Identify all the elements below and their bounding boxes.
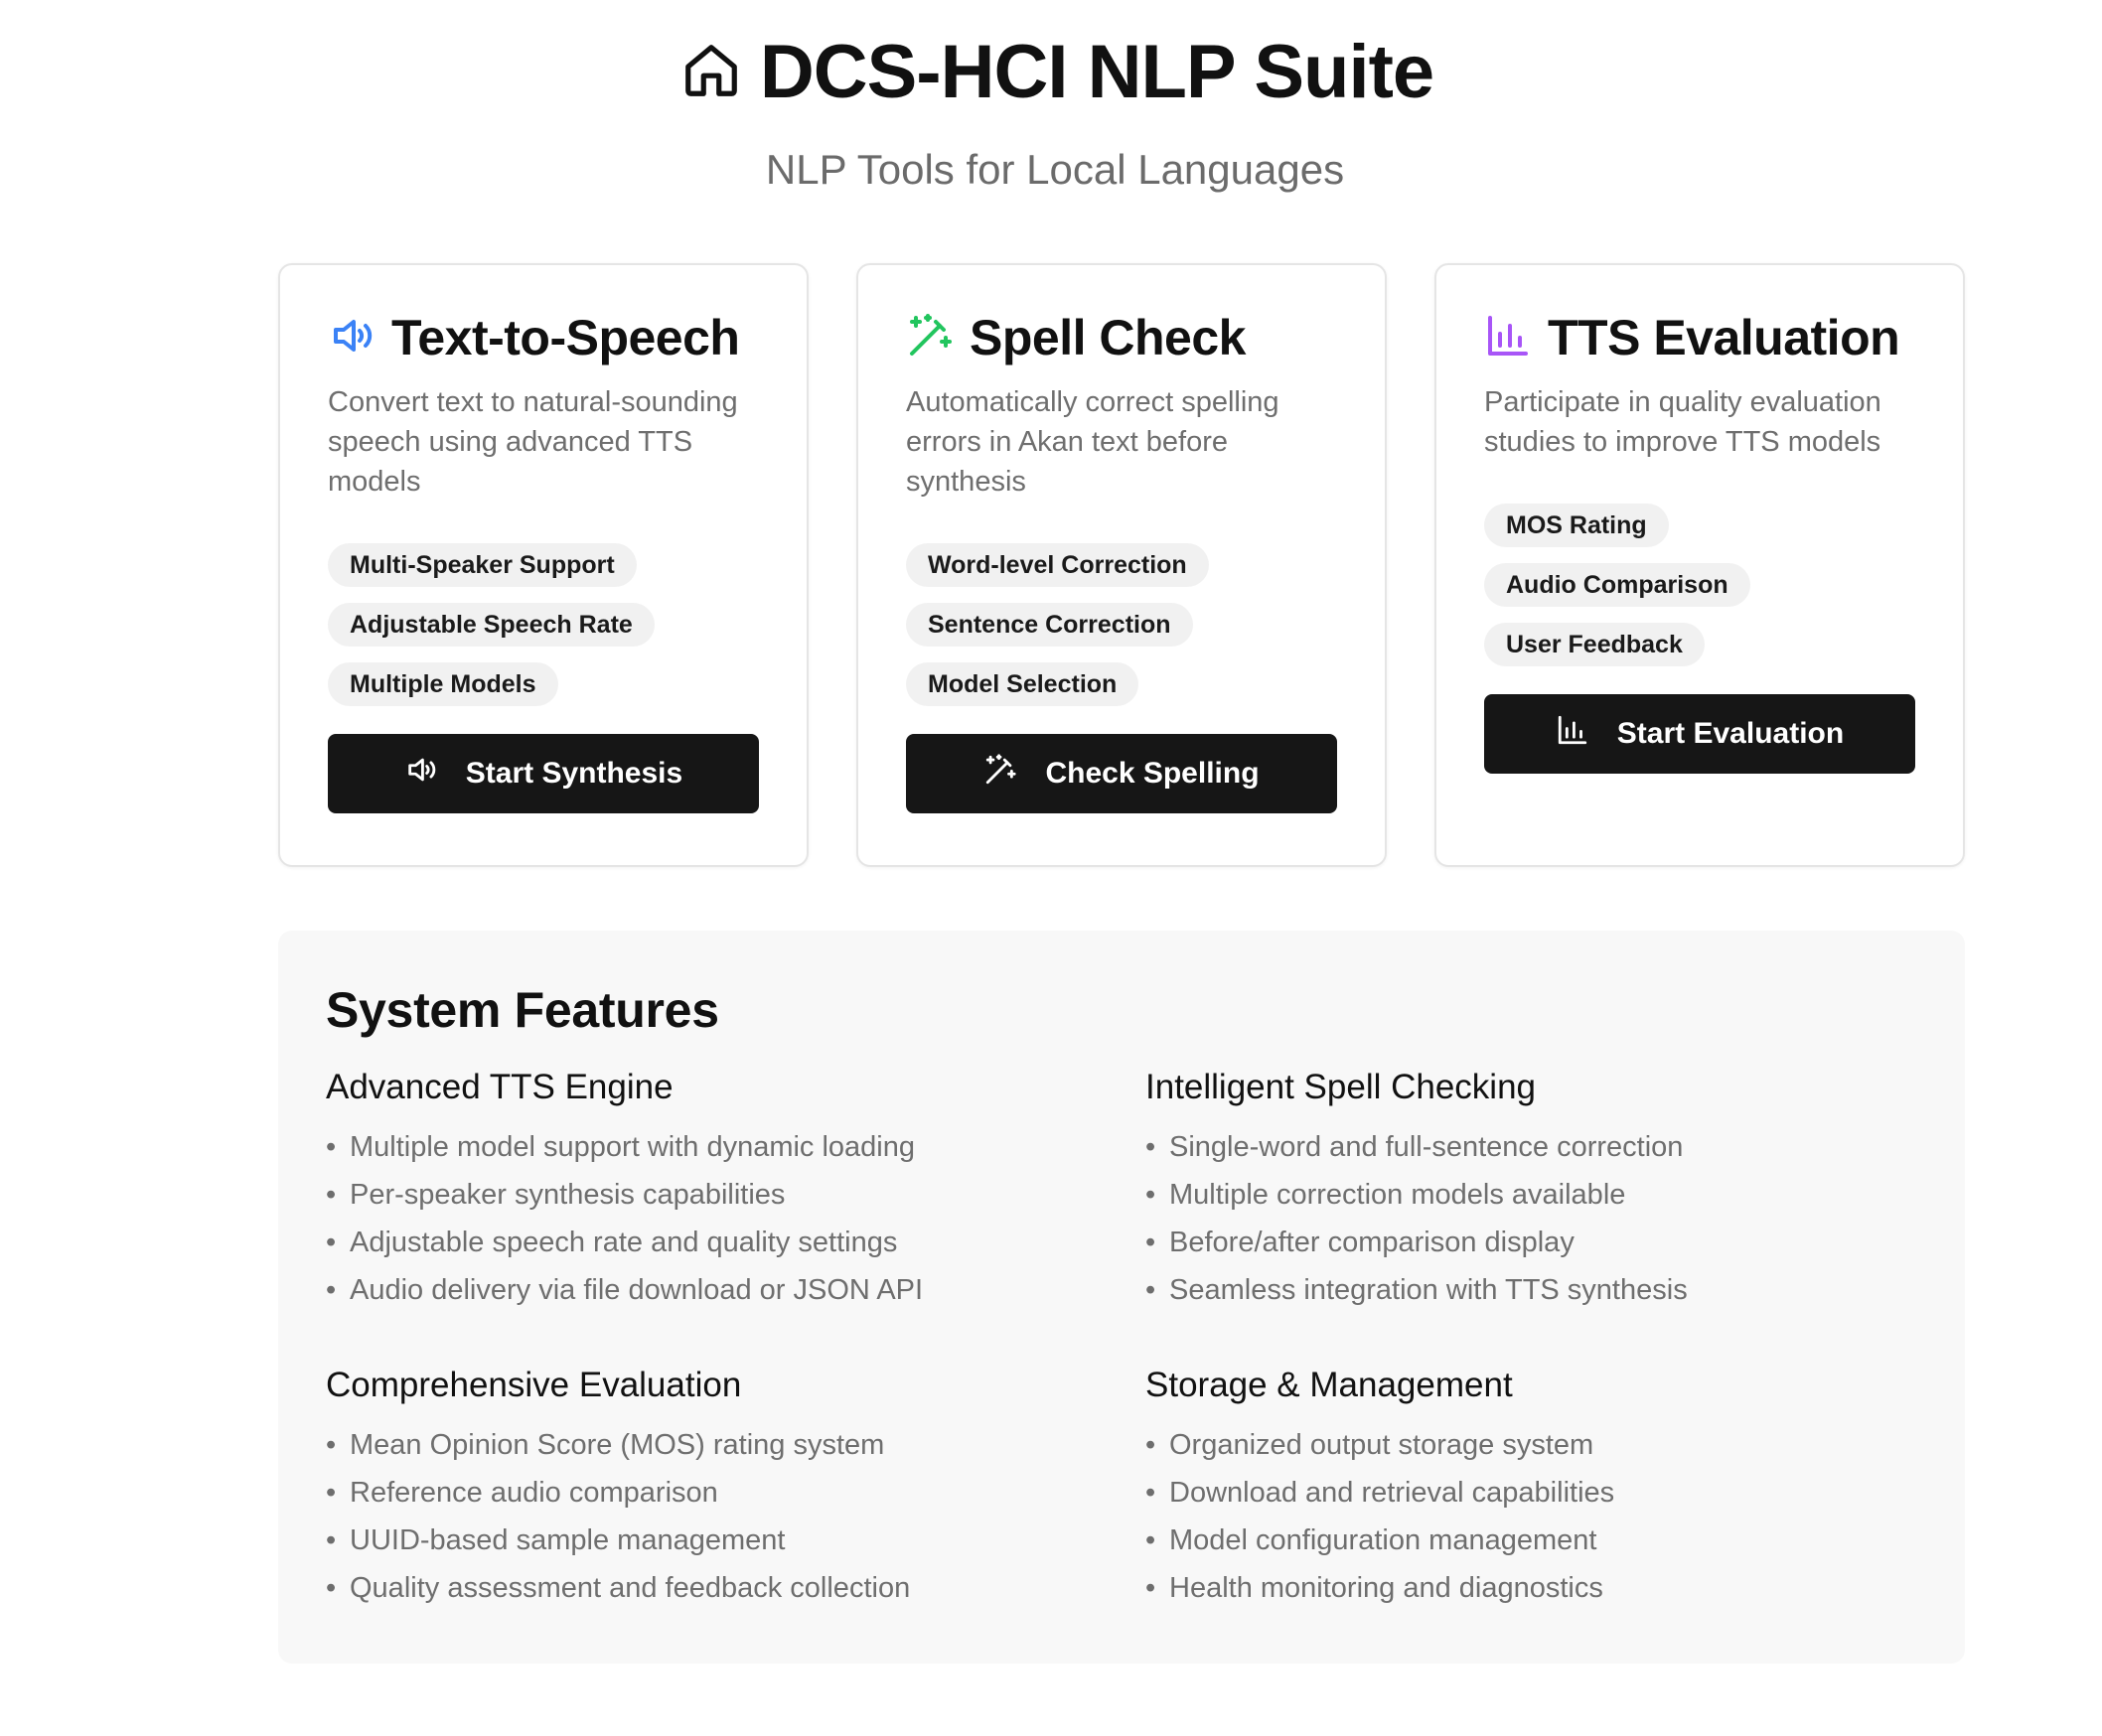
feature-heading: Intelligent Spell Checking [1145, 1068, 1537, 1106]
feature-tag: User Feedback [1484, 623, 1705, 666]
header: DCS-HCI NLP Suite NLP Tools for Local La… [0, 28, 2102, 195]
list-item: • Model configuration management [1145, 1524, 1597, 1556]
feature-tag: Model Selection [906, 662, 1139, 706]
page-title: DCS-HCI NLP Suite [759, 30, 1434, 114]
feature-tag: Adjustable Speech Rate [328, 603, 655, 647]
feature-tag: Sentence Correction [906, 603, 1193, 647]
card-title: Text-to-Speech [391, 310, 740, 365]
tts-card: Text-to-Speech Convert text to natural-s… [278, 263, 809, 867]
magic-wand-icon [983, 753, 1017, 795]
list-item: • Seamless integration with TTS synthesis [1145, 1274, 1688, 1306]
feature-tag: Audio Comparison [1484, 563, 1750, 607]
feature-tags: Multi-Speaker Support Adjustable Speech … [328, 543, 759, 706]
spell-check-card: Spell Check Automatically correct spelli… [856, 263, 1387, 867]
speaker-icon [328, 312, 375, 364]
card-title: Spell Check [970, 310, 1246, 365]
feature-list: • Multiple model support with dynamic loa… [326, 1123, 1145, 1314]
list-item: • Download and retrieval capabilities [1145, 1477, 1615, 1509]
feature-tags: Word-level Correction Sentence Correctio… [906, 543, 1337, 706]
feature-list: • Organized output storage system • Downlo… [1145, 1421, 1940, 1612]
card-description: Participate in quality evaluation studie… [1484, 386, 1881, 458]
list-item: • Quality assessment and feedback collect… [326, 1572, 911, 1604]
button-label: Start Synthesis [465, 757, 683, 790]
card-description: Automatically correct spelling errors in… [906, 386, 1279, 498]
list-item: • Audio delivery via file download or JSO… [326, 1274, 924, 1306]
home-icon [680, 40, 742, 106]
features-title: System Features [326, 982, 719, 1038]
button-label: Check Spelling [1045, 757, 1260, 790]
page-subtitle: NLP Tools for Local Languages [765, 146, 1345, 193]
feature-section: Intelligent Spell Checking • Single-word … [1145, 1066, 1940, 1314]
list-item: • Mean Opinion Score (MOS) rating system [326, 1429, 885, 1461]
card-header: TTS Evaluation [1484, 307, 1915, 368]
card-title: TTS Evaluation [1548, 310, 1900, 365]
list-item: • Multiple correction models available [1145, 1179, 1626, 1211]
card-header: Spell Check [906, 307, 1337, 368]
feature-heading: Comprehensive Evaluation [326, 1366, 742, 1404]
list-item: • Before/after comparison display [1145, 1227, 1575, 1258]
list-item: • Organized output storage system [1145, 1429, 1594, 1461]
start-synthesis-button[interactable]: Start Synthesis [328, 734, 759, 813]
list-item: • UUID-based sample management [326, 1524, 786, 1556]
feature-section: Advanced TTS Engine • Multiple model supp… [326, 1066, 1145, 1314]
title-row: DCS-HCI NLP Suite [680, 28, 1434, 117]
list-item: • Health monitoring and diagnostics [1145, 1572, 1603, 1604]
feature-tag: MOS Rating [1484, 504, 1669, 547]
feature-tag: Multi-Speaker Support [328, 543, 637, 587]
feature-section: Storage & Management • Organized output s… [1145, 1364, 1940, 1612]
start-evaluation-button[interactable]: Start Evaluation [1484, 694, 1915, 774]
bar-chart-icon [1484, 312, 1532, 364]
tts-evaluation-card: TTS Evaluation Participate in quality ev… [1434, 263, 1965, 867]
list-item: • Adjustable speech rate and quality sett… [326, 1227, 898, 1258]
card-header: Text-to-Speech [328, 307, 759, 368]
check-spelling-button[interactable]: Check Spelling [906, 734, 1337, 813]
system-features-panel: System Features Advanced TTS Engine • Mul… [278, 931, 1965, 1664]
list-item: • Multiple model support with dynamic loa… [326, 1131, 916, 1163]
list-item: • Single-word and full-sentence correctio… [1145, 1131, 1684, 1163]
feature-list: • Single-word and full-sentence correctio… [1145, 1123, 1940, 1314]
card-description: Convert text to natural-sounding speech … [328, 386, 738, 498]
features-grid: Advanced TTS Engine • Multiple model supp… [326, 1066, 1917, 1612]
button-label: Start Evaluation [1616, 717, 1845, 750]
feature-heading: Storage & Management [1145, 1366, 1513, 1404]
feature-section: Comprehensive Evaluation • Mean Opinion S… [326, 1364, 1145, 1612]
magic-wand-icon [906, 312, 954, 364]
list-item: • Reference audio comparison [326, 1477, 718, 1509]
feature-heading: Advanced TTS Engine [326, 1068, 674, 1106]
tool-cards: Text-to-Speech Convert text to natural-s… [278, 263, 1971, 867]
feature-tag: Word-level Correction [906, 543, 1209, 587]
page: DCS-HCI NLP Suite NLP Tools for Local La… [0, 0, 2102, 1736]
speaker-icon [404, 753, 438, 795]
list-item: • Per-speaker synthesis capabilities [326, 1179, 786, 1211]
feature-tag: Multiple Models [328, 662, 558, 706]
feature-list: • Mean Opinion Score (MOS) rating system … [326, 1421, 1145, 1612]
feature-tags: MOS Rating Audio Comparison User Feedbac… [1484, 504, 1915, 666]
bar-chart-icon [1556, 713, 1589, 755]
